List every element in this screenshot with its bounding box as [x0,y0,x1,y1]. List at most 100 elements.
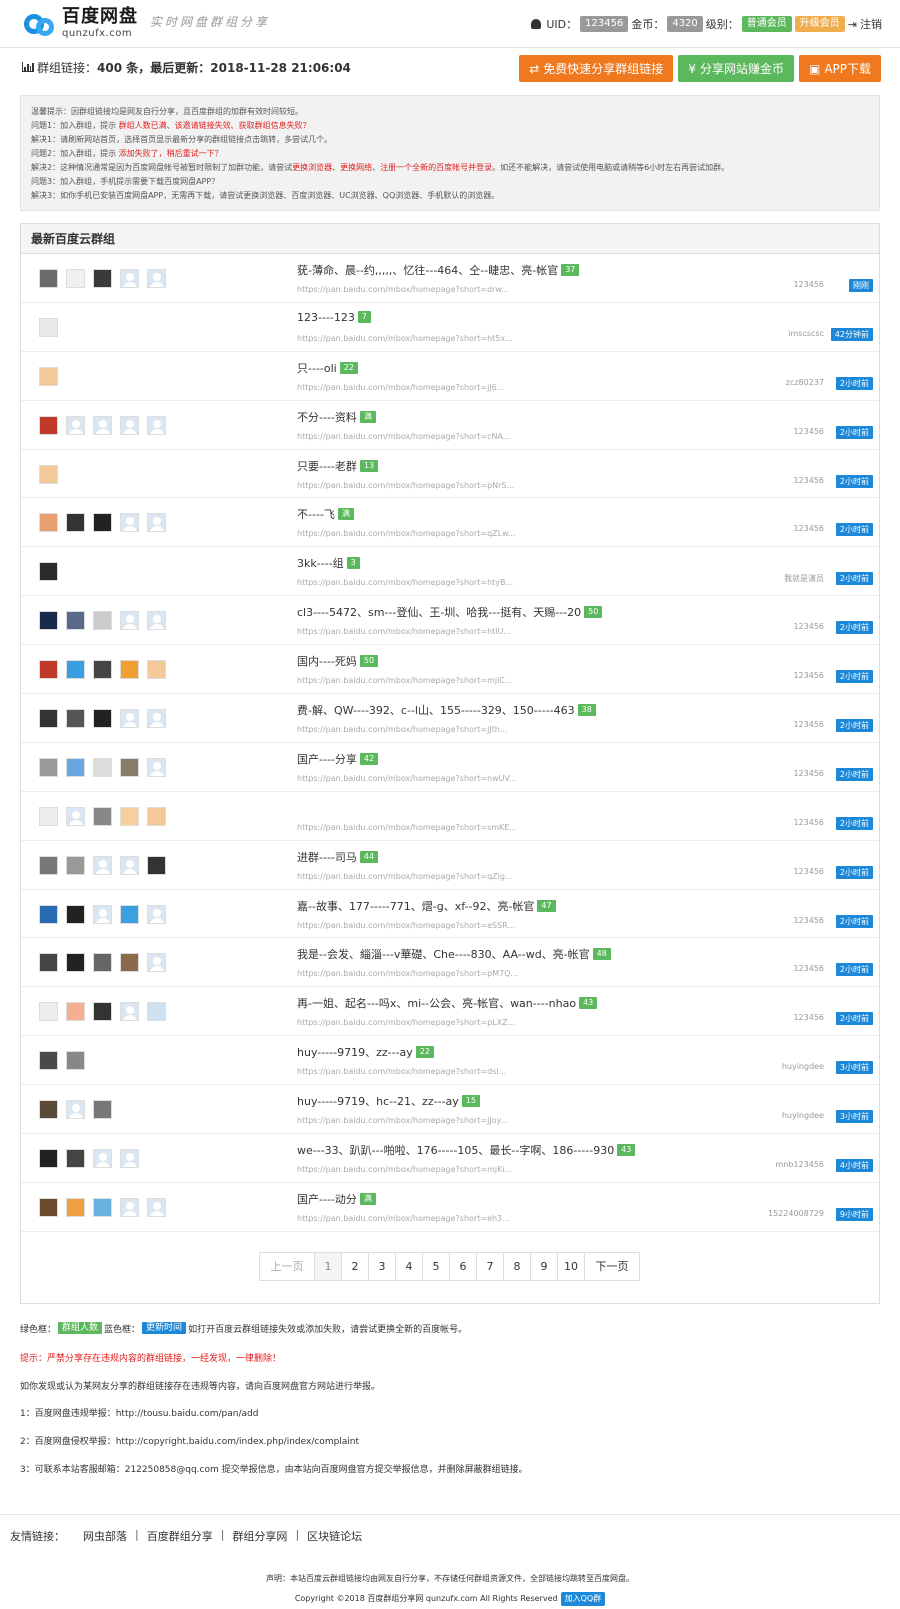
avatar [66,757,85,777]
group-url[interactable]: https://pan.baidu.com/mbox/homepage?shor… [297,627,511,636]
avatar [66,269,85,288]
group-row[interactable]: 莸-薄命、晨--约,,,,,、忆往---464、仝--睫忠、亮-帐官 37 http… [21,254,879,303]
next-page-button[interactable]: 下一页 [584,1251,640,1281]
group-url[interactable]: https://pan.baidu.com/mbox/homepage?shor… [297,774,517,783]
group-title-link[interactable]: 3kk----组 3 [297,555,360,571]
page-number-button[interactable]: 8 [503,1251,531,1281]
page-number-button[interactable]: 4 [395,1251,423,1281]
group-row[interactable]: 国产----分享 42 https://pan.baidu.com/mbox/hom… [21,743,879,792]
notice-a1: 解决1：请刷新网站首页，选择首页显示最新分享的群组链接点击跳转，多尝试几个。 [31,135,333,144]
friend-link[interactable]: 区块链论坛 [307,1528,362,1544]
group-row[interactable]: 只要----老群 13 https://pan.baidu.com/mbox/hom… [21,450,879,499]
avatar [120,855,139,875]
group-title-link[interactable]: we---33、趴趴---啪啦、176-----105、最长--字啊、186--… [297,1142,636,1158]
prev-page-button[interactable]: 上一页 [259,1251,315,1281]
avatar [147,611,166,631]
group-row[interactable]: 再-一姐、起名---吗x、mi--公会、亮-帐官、wan----nhao 43 ht… [21,987,879,1037]
page-number-button[interactable]: 10 [557,1251,585,1281]
group-row[interactable]: 3kk----组 3 https://pan.baidu.com/mbox/home… [21,547,879,597]
group-title-link[interactable]: cl3----5472、sm---登仙、王-圳、哈我---挺有、天赐---20 5… [297,604,603,620]
group-title-link[interactable]: 国产----分享 42 [297,751,379,767]
group-url[interactable]: https://pan.baidu.com/mbox/homepage?shor… [297,921,515,930]
group-url[interactable]: https://pan.baidu.com/mbox/homepage?shor… [297,1018,515,1027]
group-title-link[interactable]: 费-解、QW----392、c--l山、155-----329、150-----… [297,702,596,718]
sharer-name: 123456 [793,671,824,681]
notice-a2: 解决2：这种情况通常是因为百度网盘帐号被暂时限制了加群功能，请尝试更换浏览器、更… [31,161,869,175]
group-row[interactable]: 进群----司马 44 https://pan.baidu.com/mbox/hom… [21,841,879,890]
avatar [93,611,112,631]
group-row[interactable]: 国内----死妈 50 https://pan.baidu.com/mbox/hom… [21,645,879,695]
group-url[interactable]: https://pan.baidu.com/mbox/homepage?shor… [297,1067,506,1076]
group-url[interactable]: https://pan.baidu.com/mbox/homepage?shor… [297,481,514,490]
avatar [93,1100,112,1120]
group-url[interactable]: https://pan.baidu.com/mbox/homepage?shor… [297,432,510,441]
group-row[interactable]: huy-----9719、hc--21、zz---ay 15 https://pan… [21,1085,879,1135]
group-row[interactable]: huy-----9719、zz---ay 22 https://pan.baidu.… [21,1036,879,1086]
group-url[interactable]: https://pan.baidu.com/mbox/homepage?shor… [297,969,518,978]
group-url[interactable]: https://pan.baidu.com/mbox/homepage?shor… [297,383,504,392]
group-url[interactable]: https://pan.baidu.com/mbox/homepage?shor… [297,285,509,294]
avatar [66,1002,85,1022]
site-logo[interactable]: 百度网盘 qunzufx.com 实时网盘群组分享 [22,8,270,40]
join-qq-button[interactable]: 加入QQ群 [560,1591,606,1606]
group-row[interactable]: 嘉--故事、177-----771、熠-g、xf--92、亮-帐官 47 https… [21,890,879,939]
group-title-link[interactable]: 不分----资料满 [297,409,376,425]
group-url[interactable]: https://pan.baidu.com/mbox/homepage?shor… [297,725,507,734]
page-number-button[interactable]: 1 [314,1251,342,1281]
group-title-link[interactable]: 只----oli 22 [297,360,358,376]
page-number-button[interactable]: 5 [422,1251,450,1281]
group-row[interactable]: 费-解、QW----392、c--l山、155-----329、150-----… [21,694,879,743]
group-url[interactable]: https://pan.baidu.com/mbox/homepage?shor… [297,823,517,832]
group-url[interactable]: https://pan.baidu.com/mbox/homepage?shor… [297,1214,510,1223]
group-row[interactable]: 国产----动分满 https://pan.baidu.com/mbox/home… [21,1183,879,1232]
member-count-badge: 22 [339,361,358,374]
group-title-link[interactable]: 嘉--故事、177-----771、熠-g、xf--92、亮-帐官 47 [297,898,556,914]
group-row[interactable]: we---33、趴趴---啪啦、176-----105、最长--字啊、186--… [21,1134,879,1183]
report-line: 2：百度网盘侵权举报：http://copyright.baidu.com/in… [20,1436,360,1447]
page-number-button[interactable]: 2 [341,1251,369,1281]
logout-link[interactable]: 注销 [860,16,882,32]
group-row[interactable]: 不分----资料满 https://pan.baidu.com/mbox/home… [21,401,879,450]
group-title-link[interactable]: huy-----9719、hc--21、zz---ay 15 [297,1093,480,1109]
group-row[interactable]: 我是--会发、緇淄---v華礎、Che----830、AA--wd、亮-帐官 48… [21,938,879,988]
group-url[interactable]: https://pan.baidu.com/mbox/homepage?shor… [297,1165,512,1174]
group-row[interactable]: 123----123 7 https://pan.baidu.com/mbox/ho… [21,303,879,352]
group-url[interactable]: https://pan.baidu.com/mbox/homepage?shor… [297,334,513,343]
group-row[interactable]: https://pan.baidu.com/mbox/homepage?shor… [21,792,879,841]
group-title-link[interactable]: 国产----动分满 [297,1191,376,1207]
sharer-name: mnb123456 [775,1160,824,1170]
app-download-button[interactable]: ▣ APP下载 [798,55,881,82]
share-fast-button[interactable]: ⇄ 免费快速分享群组链接 [519,55,674,82]
group-title-link[interactable]: 只要----老群 13 [297,458,379,474]
group-row[interactable]: 只----oli 22 https://pan.baidu.com/mbox/hom… [21,352,879,401]
upgrade-button[interactable]: 升级会员 [794,16,845,32]
avatar [93,904,112,924]
friend-link[interactable]: 网虫部落 [83,1528,127,1544]
group-title-link[interactable]: 莸-薄命、晨--约,,,,,、忆往---464、仝--睫忠、亮-帐官 37 [297,262,580,278]
page-number-button[interactable]: 7 [476,1251,504,1281]
group-title-link[interactable]: 国内----死妈 50 [297,653,379,669]
group-row[interactable]: 不----飞满 https://pan.baidu.com/mbox/homepa… [21,498,879,548]
earn-coins-button[interactable]: ¥ 分享网站赚金币 [678,55,794,82]
group-title-link[interactable]: huy-----9719、zz---ay 22 [297,1044,434,1060]
group-title-link[interactable]: 我是--会发、緇淄---v華礎、Che----830、AA--wd、亮-帐官 48 [297,946,611,962]
group-url[interactable]: https://pan.baidu.com/mbox/homepage?shor… [297,872,513,881]
page-number-button[interactable]: 9 [530,1251,558,1281]
group-url[interactable]: https://pan.baidu.com/mbox/homepage?shor… [297,676,513,685]
group-title-link[interactable]: 不----飞满 [297,506,354,522]
page-number-button[interactable]: 3 [368,1251,396,1281]
group-url[interactable]: https://pan.baidu.com/mbox/homepage?shor… [297,529,516,538]
group-title-link[interactable]: 123----123 7 [297,311,371,324]
group-url[interactable]: https://pan.baidu.com/mbox/homepage?shor… [297,578,513,587]
group-url[interactable]: https://pan.baidu.com/mbox/homepage?shor… [297,1116,508,1125]
avatar [120,660,139,680]
avatar [39,757,58,777]
group-title: 国内----死妈 [297,655,357,669]
group-title-link[interactable]: 进群----司马 44 [297,849,379,865]
group-title-link[interactable]: 再-一姐、起名---吗x、mi--公会、亮-帐官、wan----nhao 43 [297,995,598,1011]
group-row[interactable]: cl3----5472、sm---登仙、王-圳、哈我---挺有、天赐---20 5… [21,596,879,646]
friend-link[interactable]: 群组分享网 [232,1528,287,1544]
page-number-button[interactable]: 6 [449,1251,477,1281]
notice-q3: 问题3：加入群组，手机提示需要下载百度网盘APP？ [31,177,220,186]
friend-link[interactable]: 百度群组分享 [147,1528,213,1544]
